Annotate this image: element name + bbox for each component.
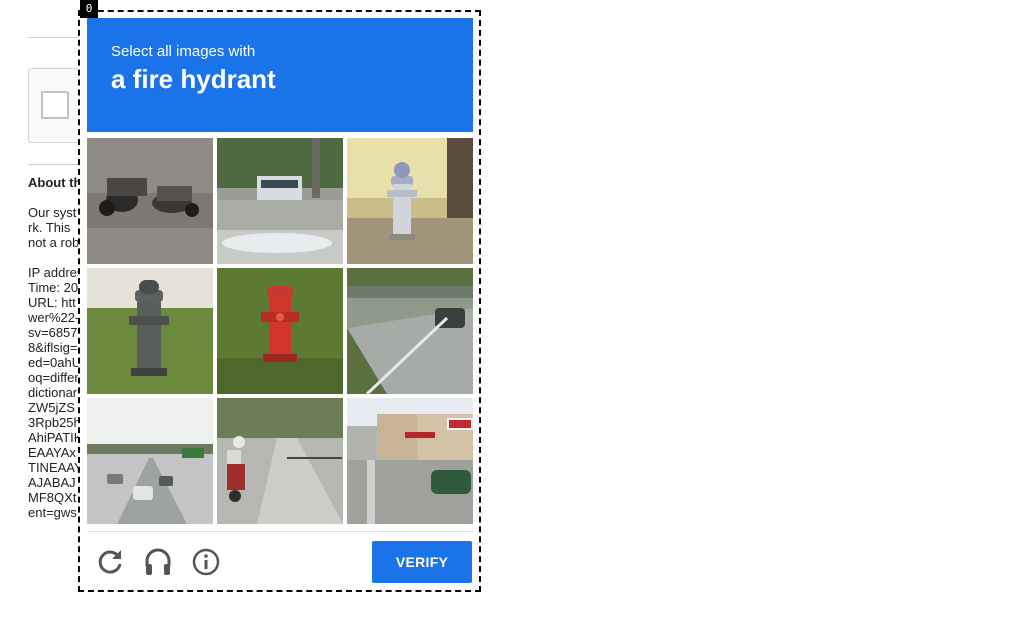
request-detail-line: MF8QXt — [28, 490, 77, 505]
prompt-subtitle: Select all images with — [111, 43, 256, 60]
verify-button[interactable]: VERIFY — [372, 541, 472, 583]
image-tile[interactable] — [87, 398, 213, 524]
image-tile[interactable] — [347, 398, 473, 524]
image-tile[interactable] — [217, 268, 343, 394]
request-detail-line: 8&iflsig= — [28, 340, 78, 355]
recaptcha-checkbox[interactable] — [41, 91, 69, 119]
request-detail-line: Time: 20 — [28, 280, 79, 295]
prompt-target: a fire hydrant — [111, 64, 276, 94]
request-detail-line: sv=6857 — [28, 325, 78, 340]
image-tile[interactable] — [87, 138, 213, 264]
request-detail-line: dictionar — [28, 385, 78, 400]
image-tile[interactable] — [87, 268, 213, 394]
request-detail-line: 3Rpb25h — [28, 415, 80, 430]
request-detail-line: IP address: — [28, 265, 80, 280]
about-heading: About this page — [28, 175, 80, 190]
image-grid — [87, 138, 473, 524]
request-detail-line: AJABAJ — [28, 475, 76, 490]
image-tile[interactable] — [217, 398, 343, 524]
request-detail-line: oq=differ — [28, 370, 79, 385]
request-detail-line: TINEAAY — [28, 460, 80, 475]
challenge-header: Select all images with a fire hydrant — [87, 18, 473, 132]
request-detail-line: wer%22- — [28, 310, 80, 325]
reload-icon[interactable] — [94, 546, 126, 578]
body-line: not a rob — [28, 235, 80, 250]
info-icon[interactable] — [190, 546, 222, 578]
image-tile[interactable] — [347, 268, 473, 394]
headphones-icon[interactable] — [142, 546, 174, 578]
request-detail-line: ent=gws — [28, 505, 77, 520]
request-detail-line: AhiPATIK — [28, 430, 80, 445]
frame-index-badge: 0 — [80, 0, 98, 18]
image-tile[interactable] — [347, 138, 473, 264]
footer-divider — [87, 531, 473, 532]
request-detail-line: URL: htt — [28, 295, 76, 310]
body-line: Our syst — [28, 205, 77, 220]
request-detail-line: ed=0ahU — [28, 355, 80, 370]
request-detail-line: ZW5jZS — [28, 400, 75, 415]
body-line: rk. This — [28, 220, 71, 235]
image-tile[interactable] — [217, 138, 343, 264]
request-detail-line: EAAYAx — [28, 445, 76, 460]
